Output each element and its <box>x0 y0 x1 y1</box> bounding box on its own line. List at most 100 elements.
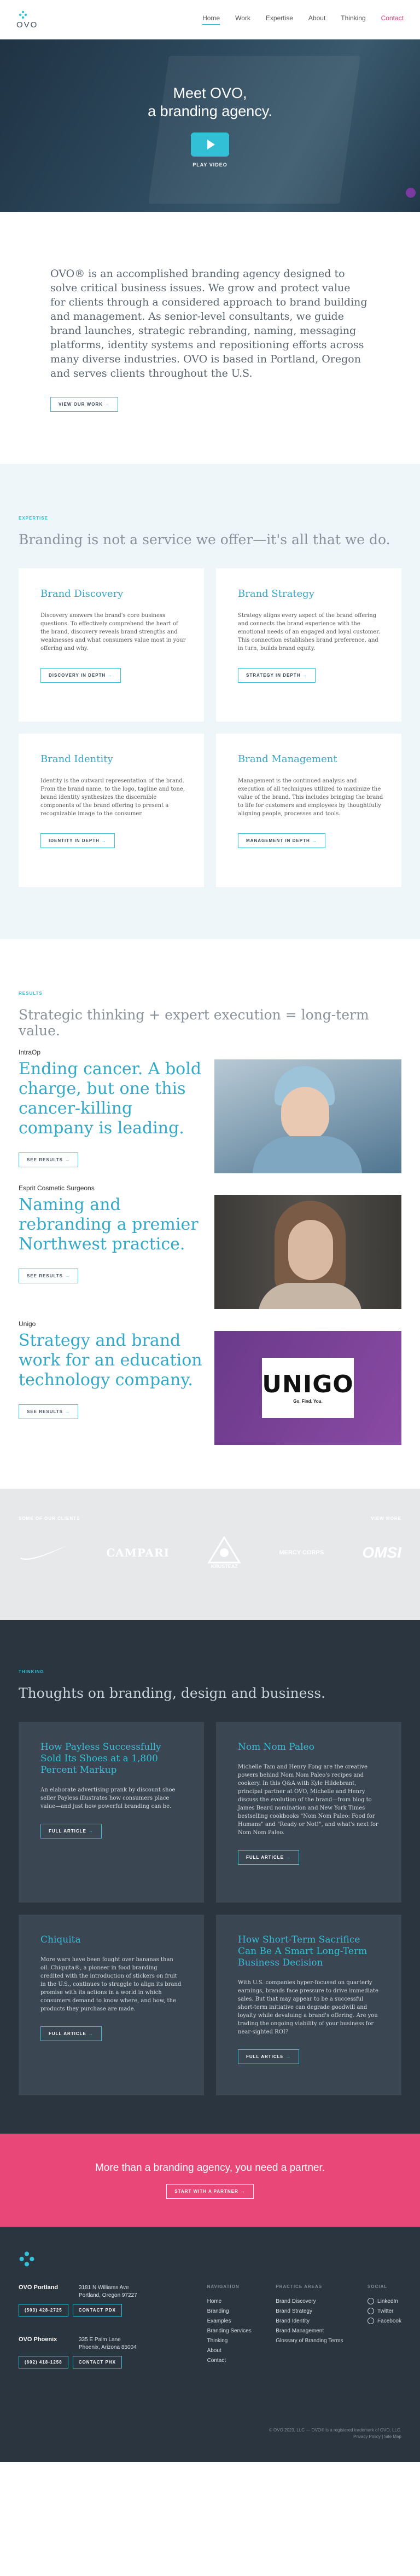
arrow-right-icon: → <box>65 1157 70 1162</box>
footer-link[interactable]: Thinking <box>207 2336 252 2346</box>
button-label: START WITH A PARTNER <box>174 2188 238 2194</box>
nike-logo-icon <box>20 1546 67 1560</box>
office-name: OVO Portland <box>19 2284 59 2291</box>
expertise-section: EXPERTISE Branding is not a service we o… <box>0 464 420 939</box>
footer-social-title: SOCIAL <box>368 2284 388 2289</box>
post-excerpt: With U.S. companies hyper-focused on qua… <box>238 1980 378 2035</box>
contact-phx-button[interactable]: CONTACT PHX <box>72 2356 122 2368</box>
unigo-logo: UNIGO Go. Find. You. <box>262 1358 354 1418</box>
phone-pdx-button[interactable]: (503) 428-2725 <box>19 2304 68 2316</box>
clients-label: SOME OF OUR CLIENTS <box>19 1516 80 1521</box>
arrow-right-icon: → <box>312 838 317 843</box>
social-label: Facebook <box>377 2318 401 2324</box>
nav-about[interactable]: About <box>308 14 325 25</box>
facebook-icon <box>368 2318 375 2325</box>
social-linkedin[interactable]: LinkedIn <box>368 2297 401 2307</box>
cta-text: More than a branding agency, you need a … <box>95 2162 325 2174</box>
footer-link[interactable]: Branding <box>207 2307 252 2316</box>
footer-link[interactable]: Glossary of Branding Terms <box>276 2336 343 2346</box>
social-facebook[interactable]: Facebook <box>368 2316 401 2326</box>
play-video-button[interactable] <box>191 132 229 157</box>
footer-link[interactable]: Brand Management <box>276 2326 343 2336</box>
nav-contact[interactable]: Contact <box>381 14 404 25</box>
management-in-depth-button[interactable]: MANAGEMENT IN DEPTH → <box>238 833 325 848</box>
contact-pdx-button[interactable]: CONTACT PDX <box>72 2304 122 2316</box>
footer-nav-title: NAVIGATION <box>207 2284 240 2289</box>
logo-mark-icon <box>19 10 27 19</box>
logo-text: OVO <box>16 20 38 30</box>
play-video-label[interactable]: PLAY VIDEO <box>192 162 228 168</box>
post-card: Chiquita More wars have been fought over… <box>19 1915 204 2095</box>
footer-link[interactable]: Home <box>207 2297 252 2307</box>
footer-link[interactable]: Contact <box>207 2356 252 2366</box>
twitter-icon <box>368 2308 375 2315</box>
logo[interactable]: OVO <box>16 10 38 30</box>
footer-link[interactable]: Examples <box>207 2316 252 2326</box>
strategy-in-depth-button[interactable]: STRATEGY IN DEPTH → <box>238 668 316 683</box>
arrow-right-icon: → <box>105 402 110 407</box>
phone-phx-button[interactable]: (602) 418-1258 <box>19 2356 68 2368</box>
button-label: MANAGEMENT IN DEPTH <box>246 838 310 843</box>
button-label: FULL ARTICLE <box>49 1829 86 1834</box>
nav-home[interactable]: Home <box>202 14 220 25</box>
post-title[interactable]: How Short-Term Sacrifice Can Be A Smart … <box>238 1934 380 1969</box>
full-article-button[interactable]: FULL ARTICLE → <box>238 2049 299 2064</box>
post-card: Nom Nom Paleo Michelle Tam and Henry Fon… <box>216 1722 401 1903</box>
view-more-link[interactable]: VIEW MORE <box>371 1516 401 1521</box>
post-title[interactable]: Chiquita <box>40 1934 182 1946</box>
button-label: FULL ARTICLE <box>49 2031 86 2036</box>
clients-band: SOME OF OUR CLIENTS VIEW MORE CAMPARI KR… <box>0 1489 420 1620</box>
see-results-button[interactable]: SEE RESULTS → <box>19 1404 78 1419</box>
legal-links[interactable]: Privacy Policy | Site Map <box>269 2434 401 2440</box>
result-client: IntraOp <box>19 1048 41 1056</box>
chat-badge-icon[interactable] <box>406 188 416 198</box>
post-title[interactable]: Nom Nom Paleo <box>238 1742 380 1753</box>
nav-expertise[interactable]: Expertise <box>266 14 293 25</box>
card-title[interactable]: Brand Identity <box>40 753 188 765</box>
partner-cta: More than a branding agency, you need a … <box>0 2134 420 2227</box>
see-results-button[interactable]: SEE RESULTS → <box>19 1152 78 1167</box>
card-title[interactable]: Brand Strategy <box>238 588 385 600</box>
result-item-intraop: Ending cancer. A bold charge, but one th… <box>19 1059 401 1173</box>
nav-thinking[interactable]: Thinking <box>341 14 365 25</box>
footer-navigation: NAVIGATION Home Branding Examples Brandi… <box>207 2284 252 2368</box>
footer-link[interactable]: Brand Discovery <box>276 2297 343 2307</box>
post-title[interactable]: How Payless Successfully Sold Its Shoes … <box>40 1742 182 1776</box>
discovery-in-depth-button[interactable]: DISCOVERY IN DEPTH → <box>40 668 121 683</box>
results-section: RESULTS Strategic thinking + expert exec… <box>0 939 420 1489</box>
intraop-photo[interactable] <box>214 1059 401 1173</box>
post-excerpt: More wars have been fought over bananas … <box>40 1957 182 2012</box>
client-logos: CAMPARI KRUSTEAZ MERCY CORPS OMSI <box>19 1536 401 1569</box>
result-item-esprit: Naming and rebranding a premier Northwes… <box>19 1195 401 1309</box>
button-label: DISCOVERY IN DEPTH <box>49 673 106 678</box>
result-headline[interactable]: Ending cancer. A bold charge, but one th… <box>19 1059 210 1138</box>
card-title[interactable]: Brand Discovery <box>40 588 188 600</box>
footer-link[interactable]: Brand Identity <box>276 2316 343 2326</box>
unigo-image[interactable]: UNIGO Go. Find. You. <box>214 1331 401 1445</box>
arrow-right-icon: → <box>285 1855 291 1860</box>
esprit-photo[interactable] <box>214 1195 401 1309</box>
footer-link[interactable]: Branding Services <box>207 2326 252 2336</box>
footer-link[interactable]: Brand Strategy <box>276 2307 343 2316</box>
hero-title: Meet OVO, a branding agency. <box>148 84 272 120</box>
see-results-button[interactable]: SEE RESULTS → <box>19 1269 78 1283</box>
start-with-a-partner-button[interactable]: START WITH A PARTNER → <box>166 2183 254 2199</box>
footer-link[interactable]: About <box>207 2346 252 2356</box>
post-card: How Payless Successfully Sold Its Shoes … <box>19 1722 204 1903</box>
full-article-button[interactable]: FULL ARTICLE → <box>40 2026 102 2041</box>
card-brand-identity: Brand Identity Identity is the outward r… <box>19 734 204 887</box>
full-article-button[interactable]: FULL ARTICLE → <box>238 1850 299 1865</box>
identity-in-depth-button[interactable]: IDENTITY IN DEPTH → <box>40 833 115 848</box>
arrow-right-icon: → <box>65 1273 70 1278</box>
post-excerpt: An elaborate advertising prank by discou… <box>40 1787 176 1809</box>
button-label: STRATEGY IN DEPTH <box>246 673 301 678</box>
result-headline[interactable]: Strategy and brand work for an education… <box>19 1331 210 1390</box>
full-article-button[interactable]: FULL ARTICLE → <box>40 1824 102 1839</box>
nav-work[interactable]: Work <box>235 14 250 25</box>
arrow-right-icon: → <box>88 1829 94 1834</box>
button-label: SEE RESULTS <box>27 1157 63 1162</box>
view-our-work-button[interactable]: VIEW OUR WORK → <box>50 397 118 412</box>
result-headline[interactable]: Naming and rebranding a premier Northwes… <box>19 1195 210 1254</box>
social-twitter[interactable]: Twitter <box>368 2307 401 2316</box>
card-title[interactable]: Brand Management <box>238 753 385 765</box>
